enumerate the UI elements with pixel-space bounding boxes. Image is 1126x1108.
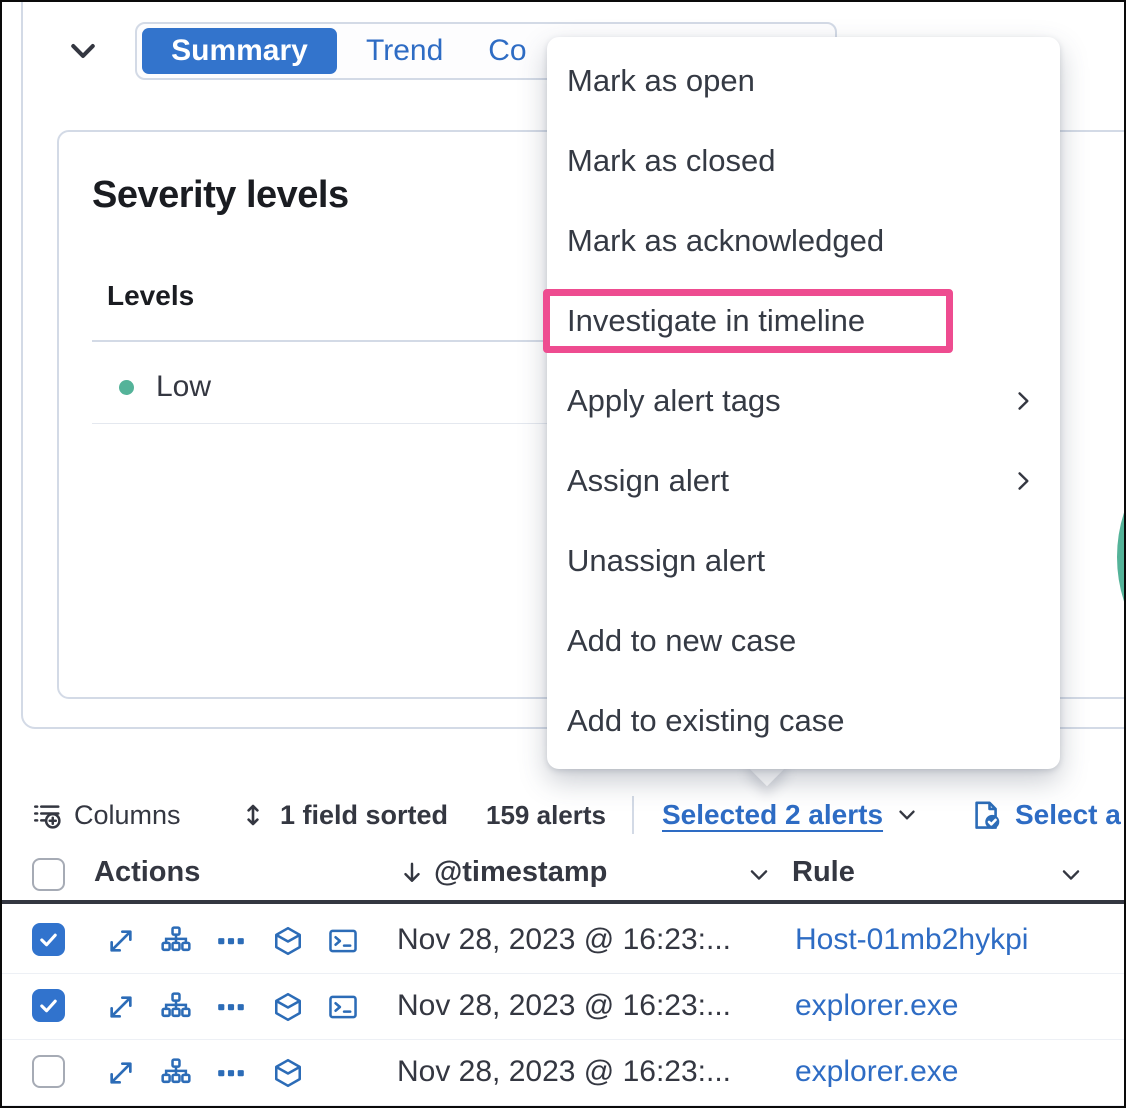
more-actions-icon[interactable]	[215, 925, 247, 957]
session-view-icon[interactable]	[272, 991, 304, 1023]
divider	[92, 340, 550, 342]
severity-level-label: Low	[156, 370, 211, 404]
divider	[92, 423, 550, 424]
alerts-page: Severity levels Levels Low Summary Trend C…	[0, 0, 1126, 1108]
tab-summary[interactable]: Summary	[142, 28, 337, 74]
more-actions-icon[interactable]	[215, 1057, 247, 1089]
sort-fields-button[interactable]: 1 field sorted	[238, 792, 448, 838]
menu-item-label: Add to new case	[567, 623, 1036, 659]
alert-rule-link[interactable]: Host-01mb2hykpi	[795, 923, 1028, 957]
fields-sorted-label: 1 field sorted	[280, 800, 448, 831]
alert-row: Nov 28, 2023 @ 16:23:... explorer.exe	[2, 1040, 1126, 1106]
menu-item-label: Add to existing case	[567, 703, 1036, 739]
chevron-down-icon[interactable]	[1058, 862, 1086, 890]
alerts-count-label: 159 alerts	[486, 800, 606, 831]
select-all-label: Select a	[1015, 799, 1121, 831]
menu-item-apply-alert-tags[interactable]: Apply alert tags	[547, 361, 1060, 441]
menu-item-unassign-alert[interactable]: Unassign alert	[547, 521, 1060, 601]
session-view-icon[interactable]	[272, 925, 304, 957]
menu-item-label: Mark as closed	[567, 143, 1036, 179]
menu-item-label: Assign alert	[567, 463, 1010, 499]
menu-item-label: Mark as open	[567, 63, 1036, 99]
menu-item-label: Investigate in timeline	[567, 303, 1036, 339]
menu-item-assign-alert[interactable]: Assign alert	[547, 441, 1060, 521]
menu-item-mark-as-closed[interactable]: Mark as closed	[547, 121, 1060, 201]
open-in-terminal-icon[interactable]	[327, 925, 359, 957]
alert-rule-link[interactable]: explorer.exe	[795, 989, 958, 1023]
open-alert-details-icon[interactable]	[105, 925, 137, 957]
columns-icon	[32, 800, 62, 830]
severity-low-dot-icon	[119, 380, 134, 395]
grid-rows: Nov 28, 2023 @ 16:23:...Host-01mb2hykpiN…	[2, 908, 1126, 1106]
alert-row: Nov 28, 2023 @ 16:23:... explorer.exe	[2, 974, 1126, 1040]
column-header-timestamp[interactable]: @timestamp	[434, 856, 607, 889]
chevron-right-icon	[1010, 388, 1036, 414]
select-all-checkbox[interactable]	[32, 858, 65, 891]
column-header-actions: Actions	[94, 856, 200, 889]
severity-level-row: Low	[119, 370, 211, 404]
menu-item-label: Mark as acknowledged	[567, 223, 1036, 259]
selected-alerts-button[interactable]: Selected 2 alerts	[662, 792, 919, 838]
chevron-down-icon[interactable]	[746, 862, 774, 890]
chevron-right-icon	[1010, 468, 1036, 494]
row-checkbox[interactable]	[32, 1055, 65, 1088]
open-in-terminal-icon[interactable]	[327, 991, 359, 1023]
columns-button[interactable]: Columns	[32, 792, 181, 838]
grid-toolbar: Columns 1 field sorted 159 alerts Select…	[2, 792, 1126, 838]
menu-item-label: Apply alert tags	[567, 383, 1010, 419]
selected-alerts-label: Selected 2 alerts	[662, 799, 883, 831]
analyze-event-icon[interactable]	[160, 925, 192, 957]
open-alert-details-icon[interactable]	[105, 991, 137, 1023]
menu-item-label: Unassign alert	[567, 543, 1036, 579]
sort-arrow-down-icon	[398, 859, 426, 887]
session-view-icon[interactable]	[272, 1057, 304, 1089]
levels-column-header: Levels	[107, 280, 194, 312]
columns-label: Columns	[74, 800, 181, 831]
more-actions-icon[interactable]	[215, 991, 247, 1023]
menu-item-investigate-in-timeline[interactable]: Investigate in timeline	[547, 281, 1060, 361]
analyze-event-icon[interactable]	[160, 991, 192, 1023]
divider	[632, 796, 634, 834]
row-checkbox[interactable]	[32, 923, 65, 956]
menu-item-add-to-existing-case[interactable]: Add to existing case	[547, 681, 1060, 761]
severity-donut-chart	[1117, 412, 1126, 702]
chevron-down-icon	[65, 33, 101, 69]
sort-icon	[238, 800, 268, 830]
menu-item-mark-as-open[interactable]: Mark as open	[547, 41, 1060, 121]
bulk-actions-context-menu: Mark as open Mark as closed Mark as acknow…	[547, 37, 1060, 769]
severity-panel-title: Severity levels	[92, 174, 349, 217]
tab-co[interactable]: Co	[488, 34, 526, 68]
alert-timestamp: Nov 28, 2023 @ 16:23:...	[397, 989, 731, 1023]
collapse-section-button[interactable]	[62, 30, 104, 72]
select-all-button[interactable]: Select a	[970, 792, 1121, 838]
alerts-count: 159 alerts	[486, 792, 606, 838]
grid-header-row: Actions @timestamp Rule	[2, 852, 1126, 904]
tab-trend[interactable]: Trend	[366, 34, 443, 68]
alert-rule-link[interactable]: explorer.exe	[795, 1055, 958, 1089]
alert-row: Nov 28, 2023 @ 16:23:... Host-01mb2hykpi	[2, 908, 1126, 974]
menu-item-mark-as-acknowledged[interactable]: Mark as acknowledged	[547, 201, 1060, 281]
analyze-event-icon[interactable]	[160, 1057, 192, 1089]
open-alert-details-icon[interactable]	[105, 1057, 137, 1089]
column-header-rule[interactable]: Rule	[792, 856, 855, 889]
row-checkbox[interactable]	[32, 989, 65, 1022]
alert-timestamp: Nov 28, 2023 @ 16:23:...	[397, 1055, 731, 1089]
chevron-down-icon	[895, 803, 919, 827]
alert-timestamp: Nov 28, 2023 @ 16:23:...	[397, 923, 731, 957]
menu-item-add-to-new-case[interactable]: Add to new case	[547, 601, 1060, 681]
document-check-icon	[970, 799, 1003, 832]
